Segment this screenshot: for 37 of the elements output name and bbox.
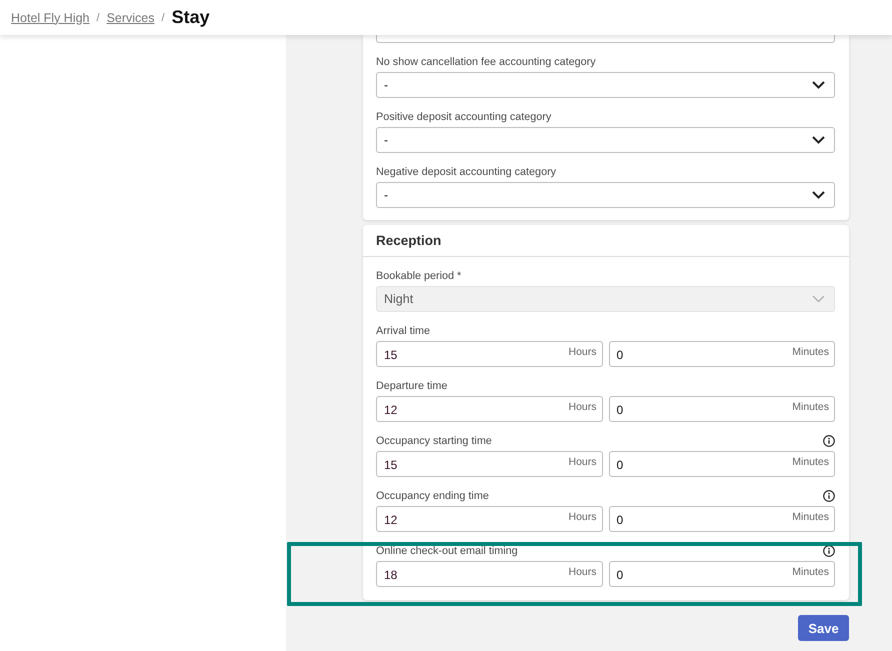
unit-label: Minutes <box>792 456 829 468</box>
section-title: Reception <box>363 225 849 257</box>
unit-label: Hours <box>568 511 596 523</box>
unit-label: Hours <box>568 456 596 468</box>
field-label: Online check-out email timing <box>376 545 518 557</box>
field-label: Occupancy ending time <box>376 490 489 502</box>
select-field[interactable]: - <box>376 127 835 153</box>
unit-label: Hours <box>568 566 596 578</box>
unit-label: Minutes <box>792 346 829 358</box>
unit-label: Minutes <box>792 566 829 578</box>
page-title: Stay <box>172 7 210 28</box>
field-label: Bookable period * <box>376 270 462 282</box>
chevron-down-icon <box>812 295 825 303</box>
breadcrumb-link[interactable]: Hotel Fly High <box>11 10 90 24</box>
unit-label: Hours <box>568 346 596 358</box>
breadcrumb-separator: / <box>96 12 100 24</box>
field-label: No show cancellation fee accounting category <box>376 56 596 68</box>
field-label: Departure time <box>376 380 448 392</box>
field-label: Positive deposit accounting category <box>376 111 552 123</box>
field-label: Negative deposit accounting category <box>376 166 556 178</box>
chevron-down-icon <box>812 81 825 89</box>
unit-label: Minutes <box>792 511 829 523</box>
info-icon[interactable] <box>823 490 835 502</box>
save-button[interactable]: Save <box>798 615 849 641</box>
unit-label: Minutes <box>792 401 829 413</box>
info-icon[interactable] <box>823 435 835 447</box>
info-icon[interactable] <box>823 545 835 557</box>
breadcrumb-link[interactable]: Services <box>106 10 154 24</box>
chevron-down-icon <box>812 191 825 199</box>
select-field[interactable]: - <box>376 72 835 98</box>
select-field[interactable]: - <box>376 182 835 208</box>
unit-label: Hours <box>568 401 596 413</box>
input-field[interactable] <box>376 35 835 43</box>
field-label: Occupancy starting time <box>376 435 492 447</box>
field-label: Arrival time <box>376 325 430 337</box>
chevron-down-icon <box>812 136 825 144</box>
breadcrumb-separator: / <box>162 12 165 24</box>
